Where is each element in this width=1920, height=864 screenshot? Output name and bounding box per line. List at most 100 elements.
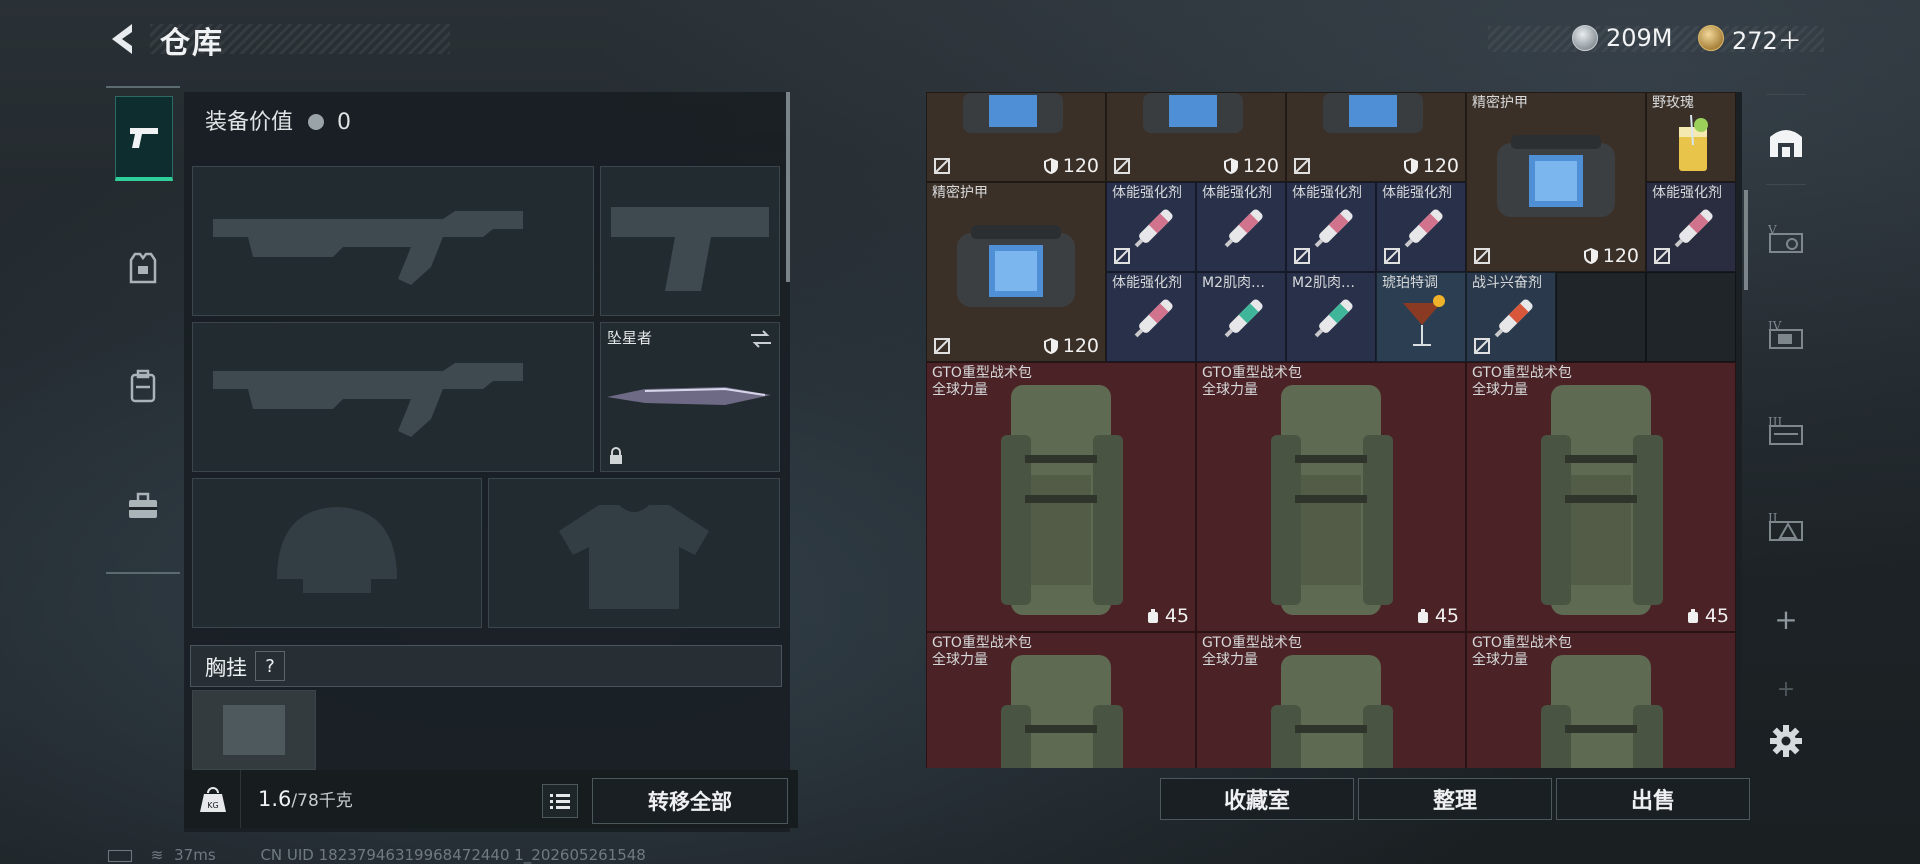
sort-button[interactable]: 整理 bbox=[1358, 778, 1552, 820]
loadout-scrollbar[interactable] bbox=[786, 92, 790, 282]
shield-icon bbox=[1043, 338, 1058, 354]
melee-slot[interactable]: 坠星者 bbox=[600, 322, 780, 472]
stash-item-syringe[interactable]: M2肌肉… bbox=[1286, 272, 1376, 362]
stash-item-armor[interactable]: 120 bbox=[926, 92, 1106, 182]
backpack-icon bbox=[1271, 655, 1393, 768]
stash-empty-cell[interactable] bbox=[1556, 272, 1646, 362]
syringe-icon bbox=[1674, 209, 1713, 248]
back-arrow-icon[interactable] bbox=[104, 20, 142, 58]
melee-name: 坠星者 bbox=[607, 329, 653, 347]
stash-item-backpack[interactable]: GTO重型战术包 全球力量 bbox=[1466, 632, 1736, 768]
cocktail-glass-icon bbox=[1679, 115, 1708, 171]
stash-scrollbar[interactable] bbox=[1744, 190, 1748, 290]
no-insure-icon bbox=[1654, 248, 1670, 264]
stash-item-armor[interactable]: 120 bbox=[1106, 92, 1286, 182]
secondary-weapon-slot[interactable] bbox=[192, 322, 594, 472]
stash-item-syringe[interactable]: 体能强化剂 bbox=[1376, 182, 1466, 272]
stash-empty-cell[interactable] bbox=[1646, 272, 1736, 362]
syringe-red-icon bbox=[1494, 299, 1533, 338]
backpack-icon bbox=[1541, 655, 1663, 768]
weight-bar: KG 1.6/78千克 转移全部 bbox=[184, 770, 798, 828]
stash-item-syringe[interactable]: 战斗兴奋剂 bbox=[1466, 272, 1556, 362]
stash-item-backpack[interactable]: GTO重型战术包 全球力量 bbox=[1196, 632, 1466, 768]
stash-item-syringe[interactable]: M2肌肉… bbox=[1196, 272, 1286, 362]
silver-amount: 209M bbox=[1606, 24, 1673, 52]
armor-bag-icon bbox=[1143, 93, 1243, 133]
tab-stash-iii[interactable]: III bbox=[1760, 394, 1812, 464]
no-insure-icon bbox=[1294, 158, 1310, 174]
add-stash-button[interactable]: + bbox=[1760, 584, 1812, 654]
stash-item-drink[interactable]: 野玫瑰 bbox=[1646, 92, 1736, 182]
backpack-icon bbox=[130, 369, 156, 403]
toolbox-icon bbox=[129, 492, 157, 518]
stash-item-armor[interactable]: 120 bbox=[1286, 92, 1466, 182]
no-insure-icon bbox=[934, 338, 950, 354]
help-icon[interactable]: ? bbox=[255, 651, 285, 681]
stash-grid[interactable]: 120 120 120 精密护甲 120 野玫瑰 体能强化剂 精密护甲 120 … bbox=[926, 92, 1742, 768]
armor-slot[interactable] bbox=[488, 478, 780, 628]
backpack-icon bbox=[1271, 385, 1393, 615]
tab-stash-v[interactable]: V bbox=[1760, 202, 1812, 272]
chest-rig-slot[interactable] bbox=[192, 690, 316, 770]
add-icon: + bbox=[1774, 602, 1798, 636]
syringe-icon bbox=[1404, 209, 1443, 248]
pistol-slot[interactable] bbox=[600, 166, 780, 316]
armor-bag-icon bbox=[1497, 135, 1615, 217]
stash-v-icon: V bbox=[1767, 223, 1803, 253]
stash-item-syringe[interactable]: 体能强化剂 bbox=[1106, 182, 1196, 272]
stash-item-armor[interactable]: 精密护甲 120 bbox=[926, 182, 1106, 362]
page-title: 仓库 bbox=[160, 26, 224, 61]
swap-icon[interactable] bbox=[749, 329, 773, 349]
sell-button[interactable]: 出售 bbox=[1556, 778, 1750, 820]
tab-weapons[interactable] bbox=[115, 96, 173, 181]
item-durability: 120 bbox=[1403, 155, 1459, 177]
helmet-slot[interactable] bbox=[192, 478, 482, 628]
shield-icon bbox=[1223, 158, 1238, 174]
settings-button[interactable] bbox=[1760, 706, 1812, 776]
stash-item-syringe[interactable]: 体能强化剂 bbox=[1286, 182, 1376, 272]
backpack-icon bbox=[1001, 655, 1123, 768]
stash-item-cocktail[interactable]: 琥珀特调 bbox=[1376, 272, 1466, 362]
tab-warehouse[interactable] bbox=[1760, 106, 1812, 176]
currency-gold[interactable]: 272＋ bbox=[1698, 22, 1802, 55]
silver-coin-icon bbox=[1572, 25, 1598, 51]
weight-current: 1.6 bbox=[258, 787, 292, 811]
stash-item-backpack[interactable]: GTO重型战术包 全球力量 45 bbox=[926, 362, 1196, 632]
collection-room-button[interactable]: 收藏室 bbox=[1160, 778, 1354, 820]
stash-item-backpack[interactable]: GTO重型战术包 全球力量 bbox=[926, 632, 1196, 768]
armor-vest-icon bbox=[129, 252, 157, 284]
no-insure-icon bbox=[1474, 248, 1490, 264]
no-insure-icon bbox=[934, 158, 950, 174]
armor-bag-icon bbox=[957, 225, 1075, 307]
no-insure-icon bbox=[1384, 248, 1400, 264]
backpack-icon bbox=[1001, 385, 1123, 615]
status-bar: ≋ 37ms CN UID 18237946319968472440 1_202… bbox=[108, 846, 646, 864]
syringe-icon bbox=[1224, 209, 1263, 248]
primary-weapon-slot[interactable] bbox=[192, 166, 594, 316]
tab-toolbox[interactable] bbox=[115, 466, 171, 546]
stash-item-syringe[interactable]: 体能强化剂 bbox=[1106, 272, 1196, 362]
cocktail-glass-icon bbox=[1403, 295, 1445, 346]
tab-stash-ii[interactable]: II bbox=[1760, 490, 1812, 560]
battery-icon bbox=[108, 849, 132, 862]
stash-item-syringe[interactable]: 体能强化剂 bbox=[1646, 182, 1736, 272]
stash-item-syringe[interactable]: 体能强化剂 bbox=[1196, 182, 1286, 272]
shield-icon bbox=[1043, 158, 1058, 174]
stash-tab-sidebar: V IV III II + + bbox=[1760, 92, 1812, 772]
tab-armor[interactable] bbox=[115, 228, 171, 308]
item-capacity: 45 bbox=[1415, 605, 1459, 627]
silver-coin-icon bbox=[308, 114, 325, 130]
tab-stash-iv[interactable]: IV bbox=[1760, 298, 1812, 368]
stash-item-armor[interactable]: 精密护甲 120 bbox=[1466, 92, 1646, 272]
settings-gear-icon bbox=[1770, 725, 1802, 757]
equip-value-label: 装备价值 bbox=[205, 110, 294, 135]
tab-backpack[interactable] bbox=[115, 346, 171, 426]
sidebar-divider bbox=[1766, 94, 1806, 95]
capacity-icon bbox=[1417, 609, 1428, 623]
stash-item-backpack[interactable]: GTO重型战术包 全球力量 45 bbox=[1466, 362, 1736, 632]
chest-rig-header: 胸挂 ? bbox=[190, 645, 782, 687]
stash-item-backpack[interactable]: GTO重型战术包 全球力量 45 bbox=[1196, 362, 1466, 632]
transfer-all-button[interactable]: 转移全部 bbox=[592, 778, 788, 824]
list-view-button[interactable] bbox=[542, 784, 578, 818]
no-insure-icon bbox=[1294, 248, 1310, 264]
